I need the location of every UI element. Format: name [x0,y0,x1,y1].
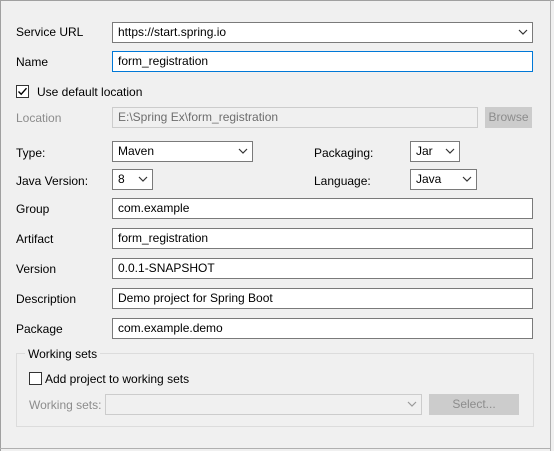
location-value: E:\Spring Ex\form_registration [118,110,279,124]
package-field[interactable]: com.example.demo [112,318,533,339]
language-label: Language: [314,174,371,188]
chevron-down-icon [138,176,148,182]
type-combo[interactable]: Maven [112,141,253,162]
description-label: Description [16,292,77,306]
use-default-location-label: Use default location [37,85,143,99]
package-label: Package [16,322,63,336]
add-to-working-sets-checkbox[interactable] [29,372,42,385]
group-field[interactable]: com.example [112,198,533,219]
name-field[interactable]: form_registration [112,51,533,72]
working-sets-group-title: Working sets [25,346,101,362]
artifact-field[interactable]: form_registration [112,228,533,249]
version-field[interactable]: 0.0.1-SNAPSHOT [112,258,533,279]
version-label: Version [16,262,57,276]
checkmark-icon [18,87,28,96]
language-value: Java [416,172,442,186]
description-value: Demo project for Spring Boot [118,291,273,305]
location-field[interactable]: E:\Spring Ex\form_registration [112,107,478,128]
working-sets-combo[interactable] [105,394,422,415]
name-label: Name [16,55,49,69]
type-label: Type: [16,146,46,160]
browse-button[interactable]: Browse [485,107,532,128]
type-value: Maven [118,144,155,158]
select-working-sets-button[interactable]: Select... [429,394,519,415]
packaging-value: Jar [416,144,433,158]
java-version-value: 8 [118,172,125,186]
window-border-left [0,0,1,451]
chevron-down-icon [407,401,417,407]
version-value: 0.0.1-SNAPSHOT [118,261,215,275]
window-border-bottom [0,448,551,449]
add-to-working-sets-label: Add project to working sets [45,372,190,386]
package-value: com.example.demo [118,321,223,335]
name-value: form_registration [118,54,209,68]
chevron-down-icon [445,148,455,154]
chevron-down-icon [238,148,248,154]
description-field[interactable]: Demo project for Spring Boot [112,288,533,309]
language-combo[interactable]: Java [410,169,477,190]
artifact-value: form_registration [118,231,209,245]
location-label: Location [16,111,62,125]
working-sets-group [16,353,534,427]
service-url-combo[interactable]: https://start.spring.io [112,22,533,43]
window-border-top [0,0,554,1]
group-label: Group [16,202,50,216]
java-version-label: Java Version: [16,174,89,188]
chevron-down-icon [518,29,528,35]
group-value: com.example [118,201,190,215]
packaging-label: Packaging: [314,146,374,160]
service-url-label: Service URL [16,25,84,39]
java-version-combo[interactable]: 8 [112,169,153,190]
use-default-location-checkbox[interactable] [16,85,29,98]
working-sets-label: Working sets: [29,398,102,412]
packaging-combo[interactable]: Jar [410,141,460,162]
artifact-label: Artifact [16,232,54,246]
chevron-down-icon [462,176,472,182]
window-border-right [550,0,551,451]
service-url-value: https://start.spring.io [118,25,227,39]
